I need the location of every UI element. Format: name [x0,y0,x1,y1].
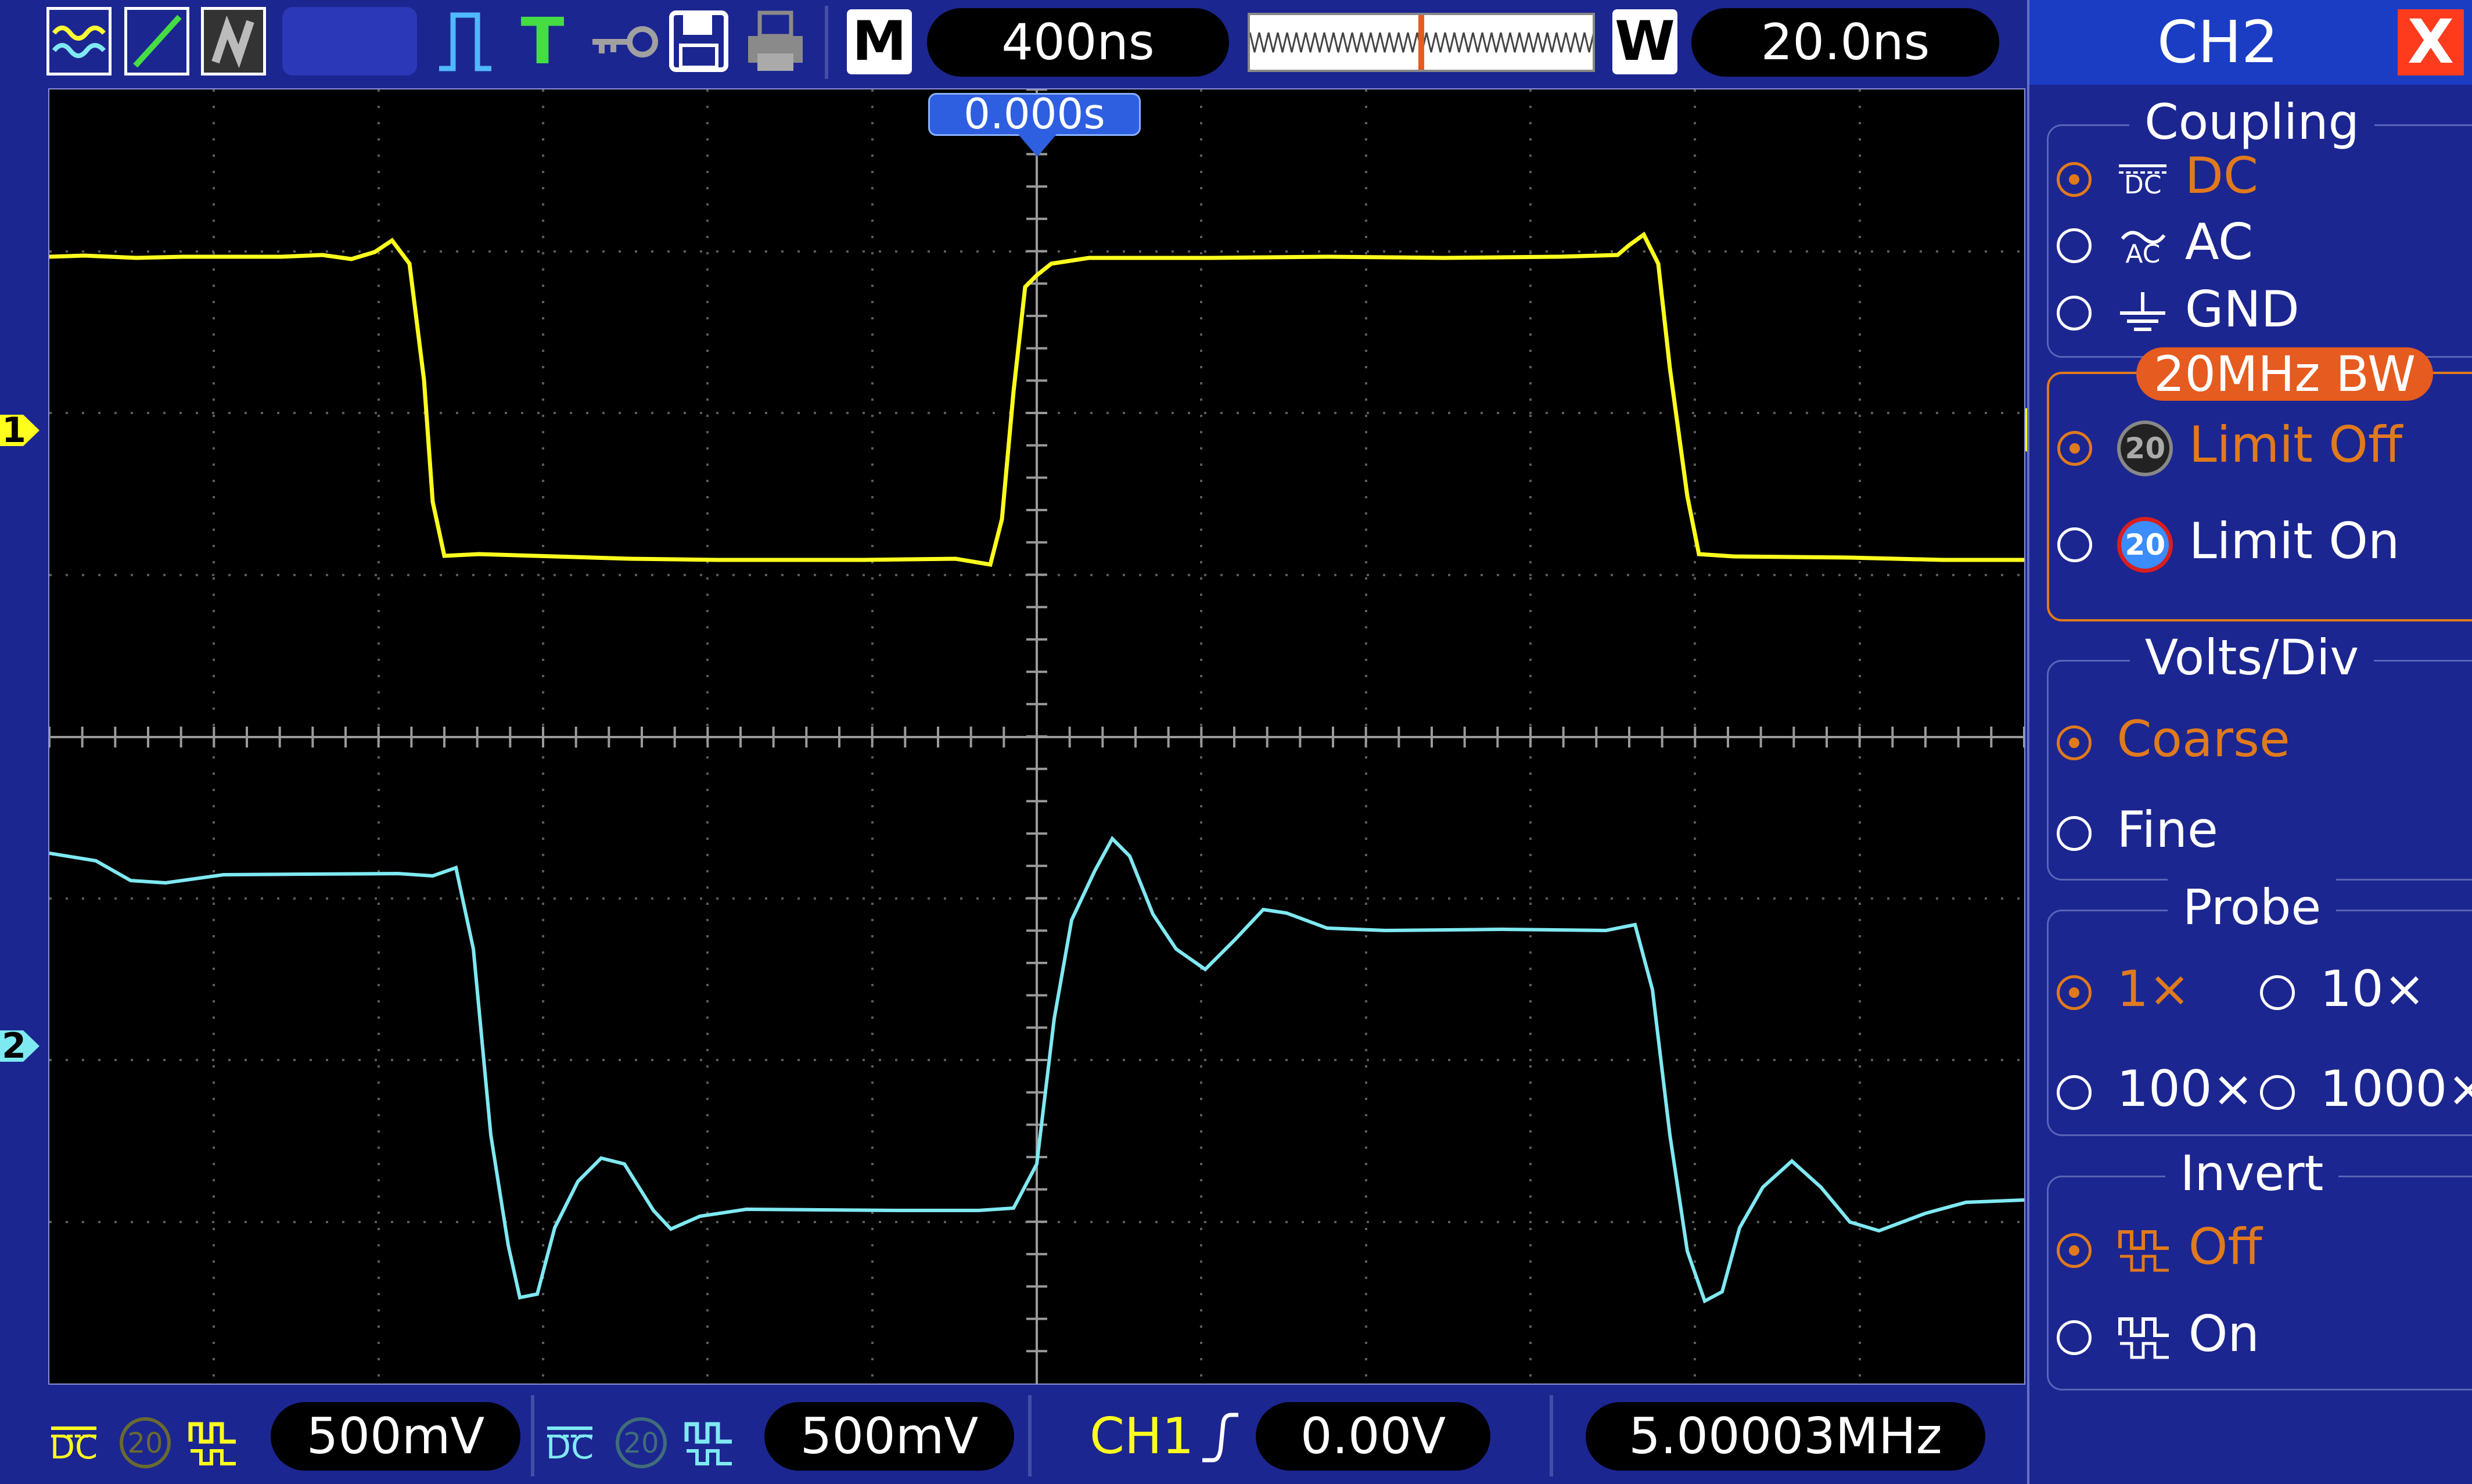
invert-label: Invert [2165,1145,2339,1202]
persistence-icon[interactable] [201,7,266,76]
probe-10x-option[interactable]: 10× [2260,960,2426,1018]
radio-selected-icon [2057,430,2092,466]
dc-coupling-icon: DC [2117,156,2169,203]
radio-selected-icon [2057,161,2092,197]
radio-unselected-icon [2057,295,2092,330]
trigger-t-icon[interactable]: T [513,7,572,76]
bw-20-icon: 20 [2117,420,2173,476]
status-bar: DC 20 500mV DC 20 500mV CH1 0.00V 5.0000… [0,1388,2027,1484]
bw-20-limited-icon: 20 [2117,516,2173,573]
waveform-icon[interactable] [46,7,112,76]
coupling-label: Coupling [2129,94,2374,150]
blank-panel [282,7,417,76]
bw-limit-label: 20MHz BW [2136,347,2434,401]
radio-unselected-icon [2057,1075,2092,1110]
ch2-volts-readout[interactable]: 500mV [764,1402,1014,1471]
invert-on-icon [2117,1314,2172,1361]
bw-limit-on-option[interactable]: 20 Limit On [2057,512,2399,573]
radio-unselected-icon [2057,527,2092,562]
radio-unselected-icon [2057,815,2092,851]
ch1-coupling-dc-icon: DC [48,1416,100,1468]
invert-off-icon [2117,1227,2172,1274]
probe-label: Probe [2167,879,2337,936]
window-time-readout[interactable]: 20.0ns [1691,8,1999,77]
top-toolbar: T M 400ns W 20.0ns [0,0,2027,85]
bw-limit-group: 20MHz BW 20 Limit Off 20 Limit On [2047,347,2472,621]
trigger-position-arrow [1018,134,1057,157]
frequency-readout: 5.00003MHz [1586,1402,1985,1471]
memory-position-bar[interactable] [1248,13,1595,72]
ac-coupling-icon: AC [2117,222,2169,269]
invert-group: Invert Off On [2047,1145,2472,1390]
ground-icon [2117,290,2169,336]
probe-1000x-option[interactable]: 1000× [2260,1060,2472,1118]
status-divider-2 [1028,1395,1032,1476]
invert-on-option[interactable]: On [2057,1305,2259,1363]
timebase-readout[interactable]: 400ns [927,8,1229,77]
radio-unselected-icon [2057,228,2092,263]
probe-1x-option[interactable]: 1× [2057,960,2190,1018]
probe-group: Probe 1× 10× 100× 1000× [2047,879,2472,1136]
status-divider-3 [1550,1395,1553,1476]
ch1-invert-icon [187,1418,239,1467]
radio-unselected-icon [2260,1075,2295,1110]
radio-unselected-icon [2260,975,2295,1010]
volts-coarse-option[interactable]: Coarse [2057,710,2290,768]
ch2-bw-limit-icon: 20 [616,1417,667,1468]
radio-selected-icon [2057,1233,2092,1268]
window-timebase-label: W [1612,9,1677,74]
pulse-icon[interactable] [433,7,497,76]
coupling-group: Coupling DC DC AC AC GND [2047,94,2472,358]
menu-title-bar: CH2 X [2029,0,2472,85]
math-line-icon[interactable] [124,7,189,76]
trigger-position-marker[interactable]: 0.000s [928,93,1141,136]
volts-div-group: Volts/Div Coarse Fine [2047,629,2472,881]
close-button[interactable]: X [2398,9,2464,76]
volts-div-label: Volts/Div [2129,629,2374,686]
volts-fine-option[interactable]: Fine [2057,801,2218,859]
coupling-dc-option[interactable]: DC DC [2057,147,2258,205]
invert-off-option[interactable]: Off [2057,1218,2262,1276]
trigger-level-readout[interactable]: 0.00V [1256,1402,1490,1471]
radio-selected-icon [2057,975,2092,1010]
toolbar-divider [825,6,828,79]
waveform-graph [49,89,2024,1384]
probe-100x-option[interactable]: 100× [2057,1060,2254,1118]
ch1-volts-readout[interactable]: 500mV [271,1402,520,1471]
bw-limit-off-option[interactable]: 20 Limit Off [2057,416,2402,476]
key-icon[interactable] [584,7,660,76]
oscilloscope-ui: { "toolbar": { "icons": ["waveform-icon"… [0,0,2472,1484]
save-disk-icon[interactable] [667,7,731,76]
ch2-menu-panel: CH2 X Coupling DC DC AC AC GND 20MHz BW … [2027,0,2472,1484]
main-timebase-label: M [847,9,912,74]
coupling-gnd-option[interactable]: GND [2057,281,2299,339]
ch2-coupling-dc-icon: DC [544,1416,596,1468]
status-divider-1 [531,1395,534,1476]
rising-edge-icon [1200,1411,1241,1464]
radio-unselected-icon [2057,1320,2092,1355]
ch1-marker[interactable]: 1 [0,412,42,448]
radio-selected-icon [2057,725,2092,760]
ch2-marker[interactable]: 2 [0,1028,42,1064]
trigger-source-label: CH1 [1090,1407,1194,1465]
coupling-ac-option[interactable]: AC AC [2057,213,2253,271]
ch1-bw-limit-icon: 20 [120,1417,171,1468]
printer-icon[interactable] [743,7,807,76]
ch2-invert-icon [683,1418,735,1467]
waveform-display[interactable] [48,88,2025,1385]
menu-title: CH2 [2157,8,2279,76]
